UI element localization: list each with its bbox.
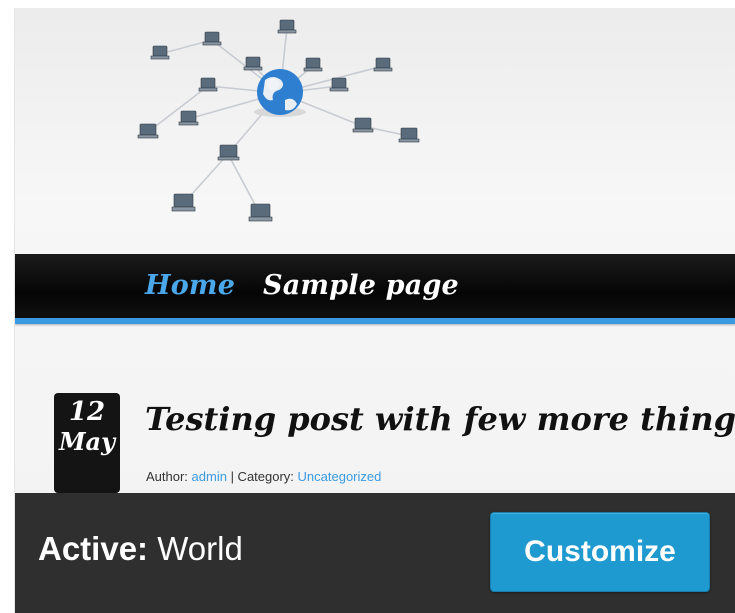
customize-button[interactable]: Customize [490, 512, 710, 592]
theme-screenshot[interactable]: Home Sample page 12 May Testing post wit… [15, 8, 735, 493]
left-margin [0, 0, 14, 613]
post-author-link: admin [191, 469, 227, 484]
post-category-label: | Category: [226, 469, 298, 484]
post-meta: Author: admin | Category: Uncategorized [146, 469, 381, 484]
nav-home-link: Home [145, 270, 236, 301]
post-author-label: Author: [146, 469, 192, 484]
header-image [15, 8, 735, 254]
network-globe-icon [137, 19, 420, 222]
active-prefix: Active: [38, 530, 149, 567]
nav-accent-line [15, 318, 735, 324]
post-date-badge: 12 May [54, 393, 120, 493]
post-date-day: 12 [68, 397, 106, 427]
nav-sample-page-link: Sample page [263, 270, 459, 301]
active-theme-name: World [157, 530, 243, 567]
post-category-link: Uncategorized [297, 469, 382, 484]
post-title: Testing post with few more things [145, 400, 735, 438]
active-theme-label: Active: World [38, 530, 243, 568]
post-date-month: May [58, 427, 116, 456]
